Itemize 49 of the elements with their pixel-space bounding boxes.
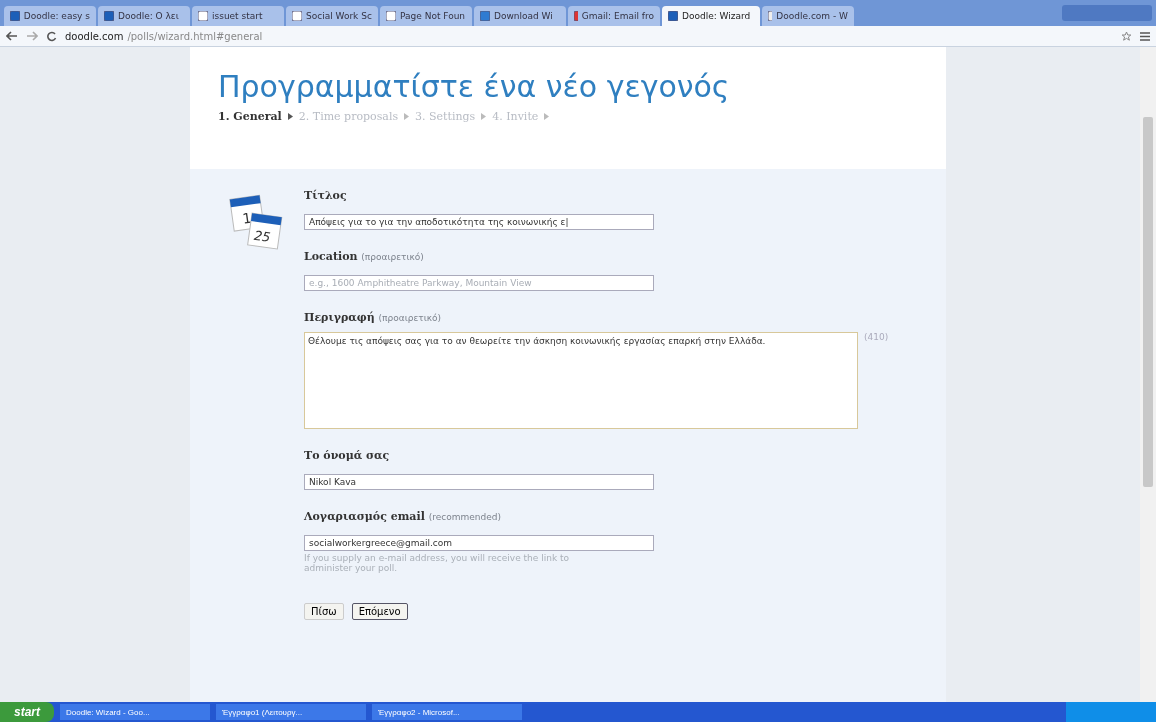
favicon-icon (10, 11, 20, 21)
text-field[interactable]: Nikol Kava (304, 474, 654, 490)
field-label: Τίτλος (304, 189, 348, 202)
text-field[interactable]: socialworkergreece@gmail.com (304, 535, 654, 551)
browser-tab[interactable]: Doodle: easy s (4, 6, 96, 26)
field-label: Λογαριασμός email (recommended) (304, 510, 502, 523)
browser-tab[interactable]: Page Not Foun (380, 6, 472, 26)
menu-icon[interactable] (1140, 31, 1150, 41)
reload-icon[interactable] (46, 30, 57, 42)
browser-tab[interactable]: Social Work Sc (286, 6, 378, 26)
form-button[interactable]: Επόμενο (351, 603, 408, 620)
favicon-icon (386, 11, 396, 21)
favicon-icon (574, 11, 578, 21)
browser-tab[interactable]: Doodle.com - W (762, 6, 854, 26)
page-title: Προγραμματίστε ένα νέο γεγονός (218, 69, 731, 104)
back-icon[interactable] (6, 31, 18, 41)
taskbar-item[interactable]: Έγγραφο2 - Microsof... (372, 704, 522, 720)
step-arrow-icon (544, 113, 550, 120)
favicon-icon (104, 11, 114, 21)
step-arrow-icon (404, 113, 410, 120)
taskbar-item[interactable]: Έγγραφο1 (Λειτουργ... (216, 704, 366, 720)
step-arrow-icon (287, 113, 293, 120)
favicon-icon (292, 11, 302, 21)
field-label: Περιγραφή (προαιρετικό) (304, 311, 443, 324)
browser-tab[interactable]: issuet start (192, 6, 284, 26)
browser-tab[interactable]: Download Wi (474, 6, 566, 26)
star-icon[interactable] (1121, 30, 1132, 42)
field-label: Location (προαιρετικό) (304, 250, 425, 263)
step-arrow-icon (481, 113, 487, 120)
favicon-icon (768, 11, 773, 21)
start-button[interactable]: start (0, 702, 54, 722)
description-field[interactable]: Θέλουμε τις απόψεις σας για το αν θεωρείτε την άσκηση κοινωνικής εργασίας επαρκή στην Ελλάδα. (304, 332, 858, 429)
address-bar[interactable]: doodle.com /polls/wizard.html#general (65, 30, 1113, 42)
forward-icon[interactable] (26, 31, 38, 41)
browser-tab[interactable]: Doodle: Wizard (662, 6, 760, 26)
scrollbar[interactable] (1140, 47, 1156, 702)
field-label: Το όνομά σας (304, 449, 391, 462)
character-counter: (410) (864, 332, 889, 342)
taskbar-item[interactable]: Doodle: Wizard - Goo... (60, 704, 210, 720)
favicon-icon (668, 11, 678, 21)
browser-tab[interactable]: Gmail: Email fro (568, 6, 660, 26)
favicon-icon (480, 11, 490, 21)
text-field[interactable]: e.g., 1600 Amphitheatre Parkway, Mountain View (304, 275, 654, 291)
wizard-step[interactable]: 1. General (218, 110, 282, 123)
hint-text: If you supply an e-mail address, you will receive the link to administer your poll. (304, 553, 570, 573)
browser-tab[interactable]: Doodle: O λει (98, 6, 190, 26)
text-field[interactable]: Απόψεις για το για την αποδοτικότητα της κοινωνικής ε| (304, 214, 654, 230)
form-button[interactable]: Πίσω (304, 603, 344, 620)
favicon-icon (198, 11, 208, 21)
